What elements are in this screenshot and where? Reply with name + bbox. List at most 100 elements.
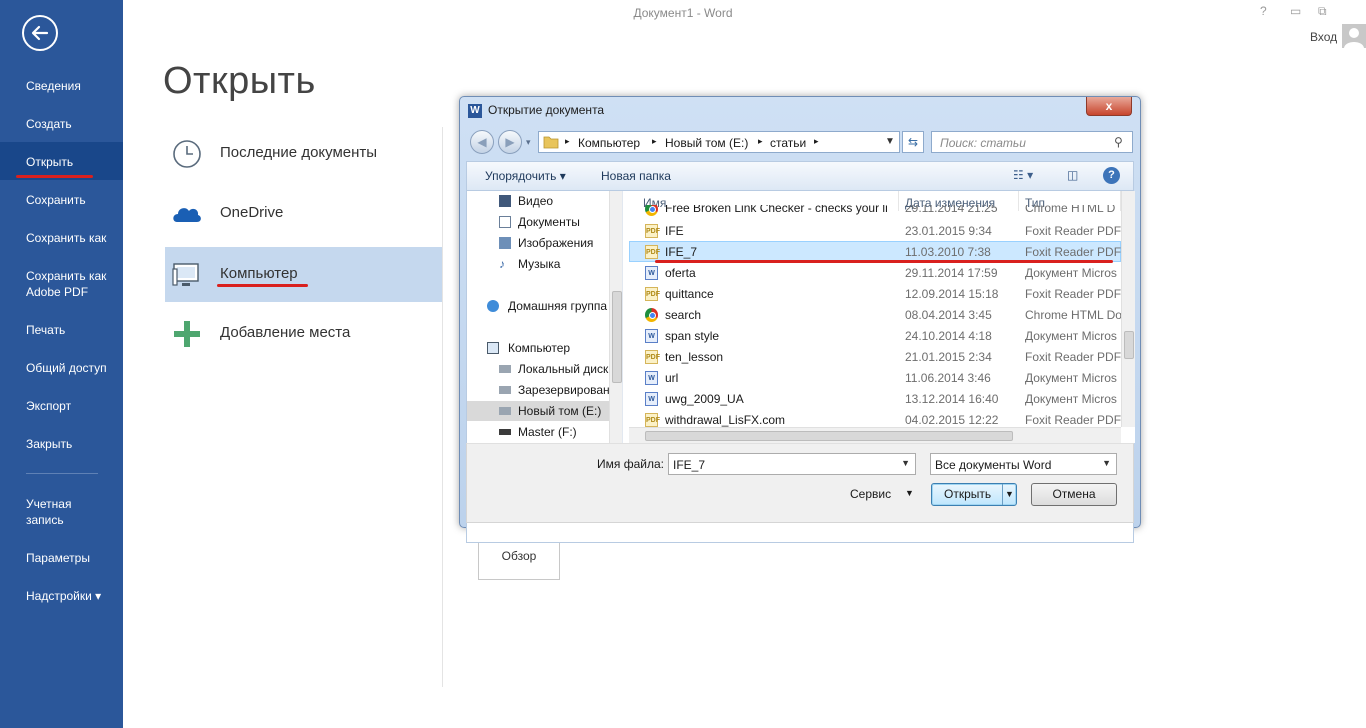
cloud-icon <box>173 208 201 222</box>
refresh-icon: ⇆ <box>907 135 919 149</box>
sidebar-item-share[interactable]: Общий доступ <box>0 360 123 376</box>
place-add[interactable]: Добавление места <box>165 306 442 361</box>
table-row[interactable]: Free Broken Link Checker - checks your l… <box>629 205 1121 217</box>
pdf-file-icon: PDF <box>645 350 660 364</box>
browse-label: Обзор <box>501 549 537 563</box>
chevron-down-icon[interactable]: ▼ <box>901 458 910 468</box>
sidebar-item-save-as-pdf[interactable]: Сохранить как Adobe PDF <box>0 268 123 300</box>
table-row[interactable]: W uwg_2009_UA 13.12.2014 16:40 Документ … <box>629 388 1121 409</box>
table-row[interactable]: PDF quittance 12.09.2014 15:18 Foxit Rea… <box>629 283 1121 304</box>
search-box[interactable]: Поиск: статьи ⚲ <box>931 131 1133 153</box>
chrome-file-icon <box>645 205 658 216</box>
sidebar-item-info[interactable]: Сведения <box>0 78 123 94</box>
sidebar-item-label: Надстройки ▾ <box>26 589 102 603</box>
navigation-pane: Видео Документы Изображения ♪ Музыка Дом… <box>467 191 623 443</box>
sidebar-item-save[interactable]: Сохранить <box>0 192 123 208</box>
file-horizontal-scrollbar[interactable] <box>629 427 1121 443</box>
table-row[interactable]: search 08.04.2014 3:45 Chrome HTML Do <box>629 304 1121 325</box>
open-button[interactable]: Открыть ▼ <box>931 483 1017 506</box>
preview-pane-icon[interactable]: ◫ <box>1067 168 1078 182</box>
file-date: 12.09.2014 15:18 <box>905 287 999 301</box>
nav-item-images[interactable]: Изображения <box>467 233 609 253</box>
chrome-file-icon <box>645 308 658 322</box>
restore-icon[interactable]: ⧉ <box>1318 4 1327 19</box>
word-file-icon: W <box>645 392 658 406</box>
table-row-selected[interactable]: PDF IFE_7 11.03.2010 7:38 Foxit Reader P… <box>629 241 1121 262</box>
help-icon[interactable]: ? <box>1103 167 1120 184</box>
sidebar-item-account[interactable]: Учетная запись <box>0 496 123 528</box>
place-recent[interactable]: Последние документы <box>165 126 442 181</box>
scrollbar-thumb[interactable] <box>612 291 622 383</box>
table-row[interactable]: PDF ten_lesson 21.01.2015 2:34 Foxit Rea… <box>629 346 1121 367</box>
sidebar-item-label: Создать <box>26 117 72 131</box>
address-bar[interactable]: ▸ Компьютер ▸ Новый том (E:) ▸ статьи ▸ … <box>538 131 900 153</box>
signin-link[interactable]: Вход <box>1310 30 1337 44</box>
document-title: Документ1 - Word <box>633 6 733 20</box>
nav-item-music[interactable]: ♪ Музыка <box>467 254 609 274</box>
nav-item-reserved[interactable]: Зарезервирован <box>467 380 609 400</box>
place-computer[interactable]: Компьютер <box>165 247 442 302</box>
nav-item-video[interactable]: Видео <box>467 191 609 211</box>
file-name: search <box>665 308 702 322</box>
breadcrumb-item[interactable]: статьи <box>770 136 806 150</box>
nav-item-computer[interactable]: Компьютер <box>467 338 609 358</box>
music-icon: ♪ <box>499 257 505 271</box>
filetype-select[interactable]: Все документы Word ▼ <box>930 453 1117 475</box>
sidebar-item-addins[interactable]: Надстройки ▾ <box>0 588 123 604</box>
table-row[interactable]: PDF IFE 23.01.2015 9:34 Foxit Reader PDF <box>629 220 1121 241</box>
view-options-icon[interactable]: ☷ ▾ <box>1013 168 1033 182</box>
table-row[interactable]: PDF withdrawal_LisFX.com 04.02.2015 12:2… <box>629 409 1121 427</box>
table-row[interactable]: W span style 24.10.2014 4:18 Документ Mi… <box>629 325 1121 346</box>
search-input[interactable]: Поиск: статьи <box>940 136 1026 150</box>
help-icon[interactable]: ? <box>1260 4 1267 18</box>
pdf-file-icon: PDF <box>645 287 660 301</box>
filename-field[interactable]: IFE_7 ▼ <box>668 453 916 475</box>
scrollbar-thumb[interactable] <box>1124 331 1134 359</box>
sidebar-item-label: Сохранить как <box>26 231 107 245</box>
nav-item-local-disk[interactable]: Локальный диск <box>467 359 609 379</box>
nav-item-label: Музыка <box>518 257 561 271</box>
sidebar-item-save-as[interactable]: Сохранить как <box>0 230 123 246</box>
table-row[interactable]: W url 11.06.2014 3:46 Документ Micros <box>629 367 1121 388</box>
chevron-down-icon[interactable]: ▼ <box>885 136 895 147</box>
sidebar-item-new[interactable]: Создать <box>0 116 123 132</box>
file-type: Документ Micros <box>1025 371 1117 385</box>
back-button[interactable] <box>22 15 58 51</box>
cancel-button[interactable]: Отмена <box>1031 483 1117 506</box>
new-folder-button[interactable]: Новая папка <box>601 169 671 183</box>
nav-item-documents[interactable]: Документы <box>467 212 609 232</box>
table-row[interactable]: W oferta 29.11.2014 17:59 Документ Micro… <box>629 262 1121 283</box>
nav-item-master[interactable]: Master (F:) <box>467 422 609 442</box>
sidebar-item-label: Общий доступ <box>26 361 107 375</box>
sidebar-item-label: Открыть <box>26 155 74 169</box>
arrow-left-icon: ◀ <box>477 135 487 149</box>
service-menu-button[interactable]: Сервис <box>850 487 891 501</box>
sidebar-item-export[interactable]: Экспорт <box>0 398 123 414</box>
place-onedrive[interactable]: OneDrive <box>165 186 442 241</box>
sidebar-item-label: Adobe PDF <box>26 285 89 299</box>
sidebar-item-print[interactable]: Печать <box>0 322 123 338</box>
back-nav-button[interactable]: ◀ <box>470 130 494 154</box>
sidebar-item-close[interactable]: Закрыть <box>0 436 123 452</box>
history-dropdown-icon[interactable]: ▾ <box>526 137 531 148</box>
close-button[interactable]: x <box>1086 97 1132 116</box>
forward-nav-button[interactable]: ▶ <box>498 130 522 154</box>
breadcrumb-item[interactable]: Новый том (E:) <box>665 136 748 150</box>
arrow-left-icon <box>31 25 49 41</box>
breadcrumb-item[interactable]: Компьютер <box>578 136 640 150</box>
avatar[interactable] <box>1342 24 1366 48</box>
chevron-down-icon[interactable]: ▼ <box>905 488 914 498</box>
sidebar-item-options[interactable]: Параметры <box>0 550 123 566</box>
file-vertical-scrollbar[interactable] <box>1121 191 1135 427</box>
organize-button[interactable]: Упорядочить ▾ <box>485 169 566 183</box>
refresh-button[interactable]: ⇆ <box>902 131 924 153</box>
nav-scrollbar[interactable] <box>609 191 622 443</box>
breadcrumb-separator-icon: ▸ <box>565 136 570 146</box>
sidebar-item-label: Экспорт <box>26 399 72 413</box>
scrollbar-thumb[interactable] <box>645 431 1013 441</box>
minimize-icon[interactable]: ▭ <box>1290 4 1301 18</box>
nav-item-homegroup[interactable]: Домашняя группа <box>467 296 609 316</box>
sidebar-item-label: Закрыть <box>26 437 73 451</box>
nav-item-new-volume[interactable]: Новый том (E:) <box>467 401 609 421</box>
chevron-down-icon[interactable]: ▼ <box>1002 484 1016 505</box>
